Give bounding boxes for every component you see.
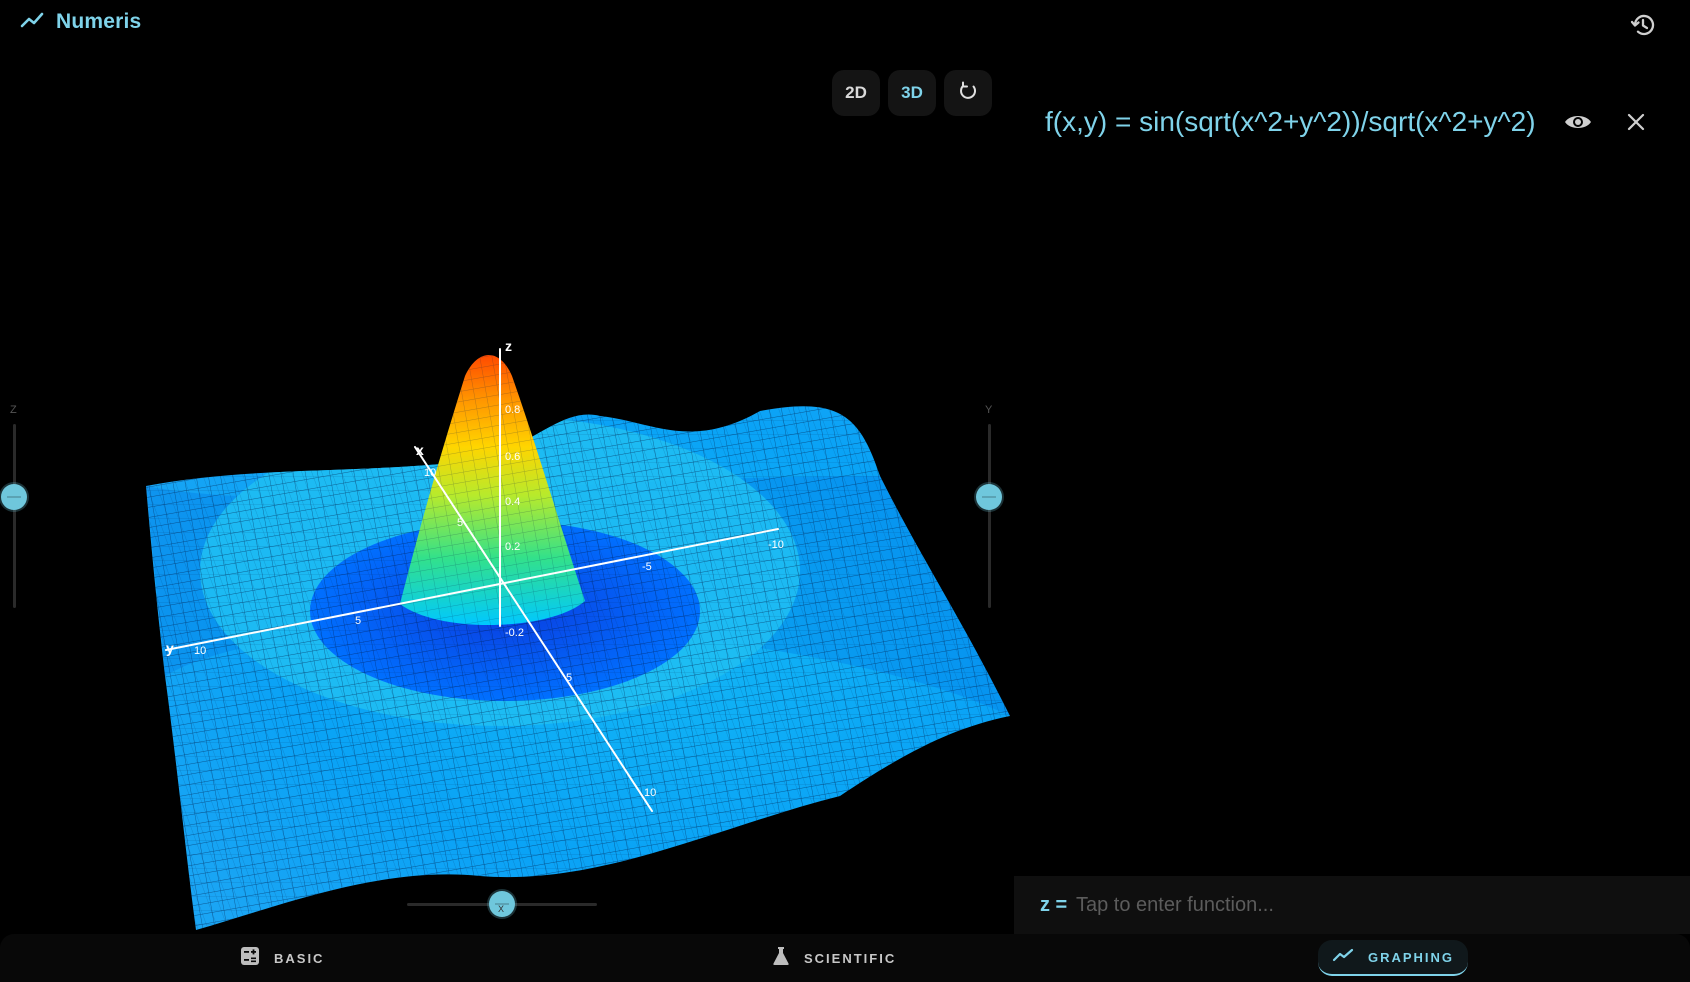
tab-graphing[interactable]: GRAPHING: [1318, 940, 1468, 976]
y-slider-label: Y: [985, 404, 993, 416]
x-tick-label: 5: [566, 672, 572, 684]
y-tick-label: 10: [194, 645, 206, 657]
y-tick-label: -10: [768, 539, 784, 551]
x-tick-label: 10: [644, 787, 656, 799]
app-title: Numeris: [56, 10, 142, 33]
app-brand[interactable]: Numeris: [20, 10, 141, 34]
y-slider-track[interactable]: [988, 424, 991, 608]
history-button[interactable]: [1627, 11, 1659, 43]
tab-basic-label: BASIC: [274, 950, 325, 966]
mode-2d-button[interactable]: 2D: [832, 70, 880, 116]
mode-3d-button[interactable]: 3D: [888, 70, 936, 116]
remove-function-button[interactable]: [1620, 108, 1652, 140]
z-slider-thumb[interactable]: [1, 484, 27, 510]
z-slider-label: Z: [10, 404, 17, 416]
x-tick-label: 10: [424, 467, 436, 479]
z-tick-label: 0.8: [505, 404, 520, 416]
x-axis-label: x: [416, 442, 424, 458]
x-slider-label: X: [498, 904, 505, 914]
tab-basic[interactable]: BASIC: [240, 940, 324, 976]
function-input[interactable]: z = Tap to enter function...: [1014, 876, 1690, 934]
function-list-panel: f(x,y) = sin(sqrt(x^2+y^2))/sqrt(x^2+y^2…: [1014, 56, 1690, 878]
eye-icon: [1563, 111, 1593, 138]
input-placeholder: Tap to enter function...: [1076, 894, 1274, 916]
graph-panel[interactable]: z x y 0.8 0.6 0.4 0.2 -0.2 10 5 5 10 10 …: [0, 56, 1014, 934]
calculator-icon: [240, 946, 260, 971]
trend-line-icon: [20, 11, 44, 34]
tab-scientific[interactable]: SCIENTIFIC: [772, 940, 896, 976]
rotate-icon: [957, 80, 979, 107]
y-tick-label: 5: [355, 615, 361, 627]
function-expression[interactable]: f(x,y) = sin(sqrt(x^2+y^2))/sqrt(x^2+y^2…: [1045, 106, 1555, 138]
z-tick-label: -0.2: [505, 627, 524, 639]
close-icon: [1626, 112, 1646, 137]
z-tick-label: 0.4: [505, 496, 520, 508]
top-bar: Numeris: [0, 0, 1690, 56]
bottom-navigation: BASIC SCIENTIFIC GRAPHING: [0, 934, 1690, 982]
history-icon: [1628, 10, 1658, 45]
surface-mesh-secondary: [146, 406, 1010, 930]
x-tick-label: 5: [457, 517, 463, 529]
y-axis-label: y: [166, 640, 174, 656]
input-prefix: z =: [1040, 894, 1068, 916]
z-slider-track[interactable]: [13, 424, 16, 608]
surface-plot[interactable]: z x y 0.8 0.6 0.4 0.2 -0.2 10 5 5 10 10 …: [0, 56, 1014, 934]
toggle-visibility-button[interactable]: [1560, 106, 1596, 142]
flask-icon: [772, 946, 790, 971]
z-tick-label: 0.6: [505, 451, 520, 463]
tab-graphing-label: GRAPHING: [1367, 949, 1455, 965]
reset-rotation-button[interactable]: [944, 70, 992, 116]
trend-line-icon: [1332, 947, 1354, 968]
tab-scientific-label: SCIENTIFIC: [804, 950, 897, 966]
z-axis-label: z: [505, 338, 512, 354]
function-row[interactable]: f(x,y) = sin(sqrt(x^2+y^2))/sqrt(x^2+y^2…: [1014, 104, 1690, 146]
z-tick-label: 0.2: [505, 541, 520, 553]
app-root: Numeris z x y 0.8 0.6 0.4 0.2 -0.2 10 5 …: [0, 0, 1690, 982]
y-slider-thumb[interactable]: [976, 484, 1002, 510]
y-tick-label: -5: [642, 561, 652, 573]
